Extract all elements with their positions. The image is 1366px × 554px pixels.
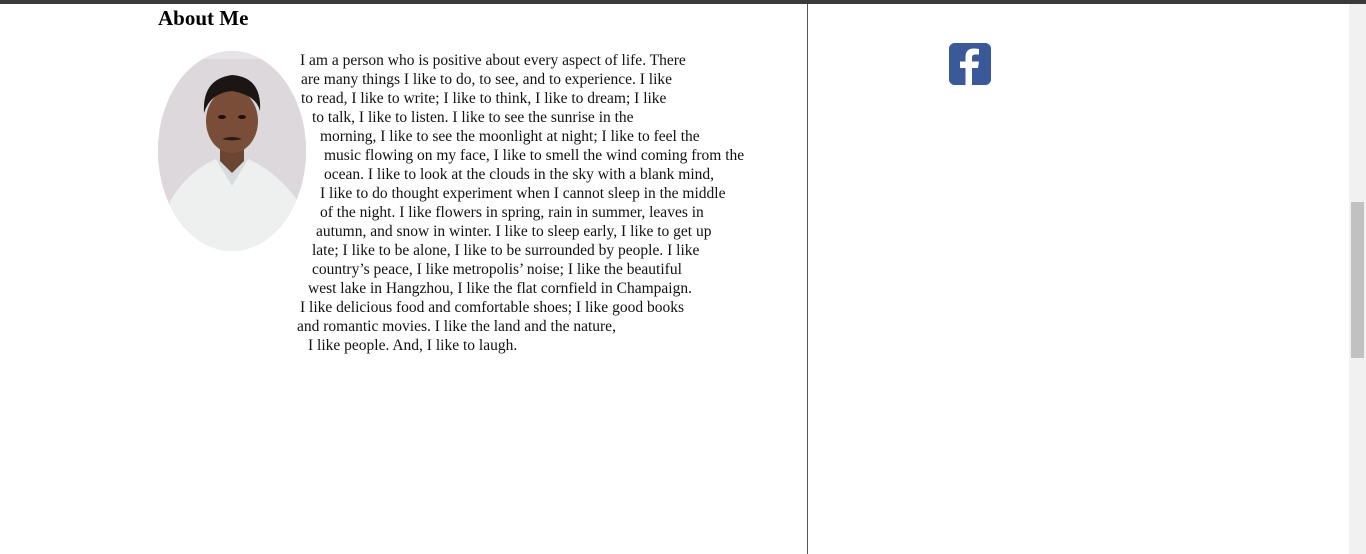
bio-line: west lake in Hangzhou, I like the flat c…	[308, 280, 692, 297]
bio-line: and romantic movies. I like the land and…	[297, 318, 616, 335]
bio-line: are many things I like to do, to see, an…	[301, 71, 673, 88]
bio-line: I like people. And, I like to laugh.	[308, 337, 518, 354]
vertical-scrollbar[interactable]	[1349, 4, 1366, 554]
bio-line: of the night. I like flowers in spring, …	[320, 204, 704, 221]
page: About Me I am a person who is positive a…	[0, 0, 1349, 554]
bio-line: I like delicious food and comfortable sh…	[300, 299, 684, 316]
scrollbar-thumb[interactable]	[1351, 202, 1364, 358]
bio-line: autumn, and snow in winter. I like to sl…	[316, 223, 712, 240]
facebook-link[interactable]	[949, 43, 991, 85]
bio-line: country’s peace, I like metropolis’ nois…	[312, 261, 682, 278]
bio-line: music flowing on my face, I like to smel…	[324, 147, 745, 164]
profile-photo	[158, 51, 306, 251]
bio-line: to talk, I like to listen. I like to see…	[312, 109, 634, 126]
bio-line: I like to do thought experiment when I c…	[320, 185, 726, 202]
bio-line: morning, I like to see the moonlight at …	[320, 128, 700, 145]
facebook-icon	[949, 43, 991, 85]
bio-line: late; I like to be alone, I like to be s…	[312, 242, 700, 259]
column-divider	[807, 4, 808, 554]
bio-line: I am a person who is positive about ever…	[300, 52, 686, 69]
bio-line: ocean. I like to look at the clouds in t…	[324, 166, 715, 183]
bio-line: to read, I like to write; I like to thin…	[301, 90, 667, 107]
page-title: About Me	[158, 6, 249, 30]
